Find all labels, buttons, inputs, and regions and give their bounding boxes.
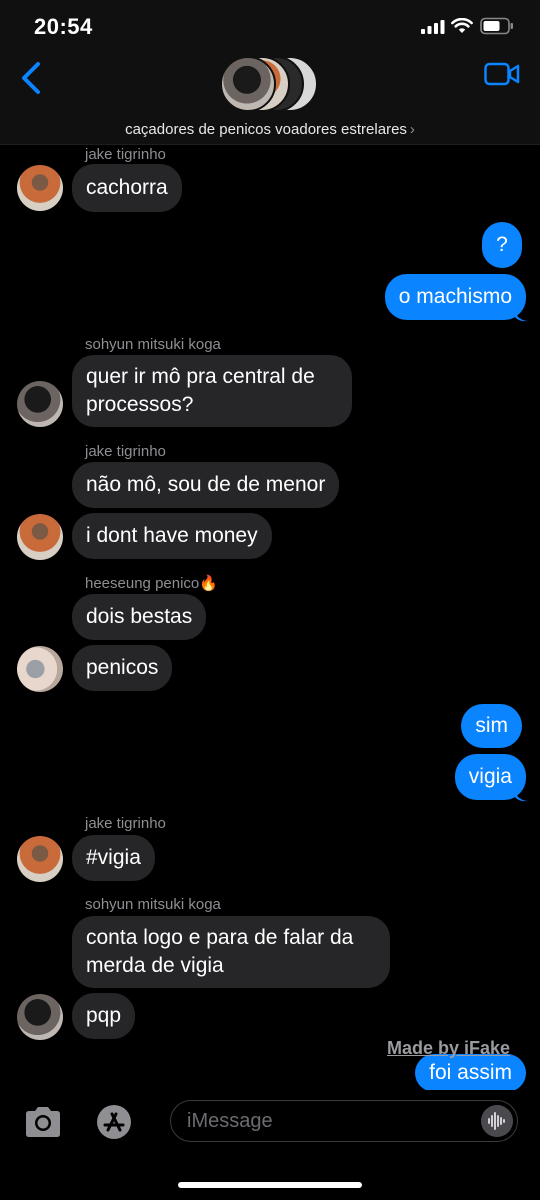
bubble-tail xyxy=(514,308,528,322)
audio-waveform-icon[interactable] xyxy=(481,1105,513,1137)
avatar-jake[interactable] xyxy=(17,514,63,560)
avatar-jake[interactable] xyxy=(17,165,63,211)
group-avatar-stack[interactable] xyxy=(220,56,330,114)
sender-name: sohyun mitsuki koga xyxy=(85,336,221,353)
cellular-signal-icon xyxy=(421,20,445,34)
sender-name: jake tigrinho xyxy=(85,146,166,163)
chevron-right-icon: › xyxy=(409,121,415,138)
sender-name: jake tigrinho xyxy=(85,443,166,460)
message-incoming[interactable]: pqp xyxy=(72,993,136,1039)
home-indicator xyxy=(178,1182,362,1188)
message-input[interactable] xyxy=(187,1101,467,1141)
app-store-icon[interactable] xyxy=(92,1102,136,1142)
message-input-field[interactable] xyxy=(170,1100,518,1142)
sender-name: jake tigrinho xyxy=(85,815,166,832)
avatar-heeseung[interactable] xyxy=(17,646,63,692)
message-outgoing[interactable]: o machismo xyxy=(384,274,526,320)
message-outgoing[interactable]: foi assim xyxy=(415,1054,526,1092)
bubble-tail xyxy=(514,788,528,802)
wifi-icon xyxy=(451,18,473,33)
message-outgoing[interactable]: sim xyxy=(461,704,522,748)
message-incoming[interactable]: não mô, sou de de menor xyxy=(72,462,340,508)
compose-bar xyxy=(0,1090,540,1200)
video-camera-icon[interactable] xyxy=(484,62,520,86)
message-list: jake tigrinho cachorra ? o machismo sohy… xyxy=(0,0,540,1092)
message-outgoing[interactable]: vigia xyxy=(454,754,526,800)
avatar-jake[interactable] xyxy=(17,836,63,882)
group-avatar-1 xyxy=(220,56,276,112)
message-incoming[interactable]: dois bestas xyxy=(72,594,207,640)
avatar-sohyun[interactable] xyxy=(17,994,63,1040)
message-incoming[interactable]: penicos xyxy=(72,645,173,691)
message-incoming[interactable]: cachorra xyxy=(72,164,182,212)
camera-icon[interactable] xyxy=(22,1104,64,1140)
status-time: 20:54 xyxy=(34,14,93,39)
group-name-text: caçadores de penicos voadores estrelares xyxy=(125,121,407,138)
message-incoming[interactable]: #vigia xyxy=(72,835,155,881)
message-incoming[interactable]: quer ir mô pra central de processos? xyxy=(72,355,352,427)
status-bar: 20:54 xyxy=(0,0,540,58)
battery-icon xyxy=(480,17,513,35)
group-name[interactable]: caçadores de penicos voadores estrelares… xyxy=(0,121,540,138)
sender-name: sohyun mitsuki koga xyxy=(85,896,221,913)
chat-header: 20:54 caçadores de penicos voadores estr… xyxy=(0,0,540,145)
back-chevron-icon[interactable] xyxy=(18,60,46,96)
message-incoming[interactable]: conta logo e para de falar da merda de v… xyxy=(72,916,390,988)
sender-name: heeseung penico🔥 xyxy=(85,575,218,592)
avatar-sohyun[interactable] xyxy=(17,381,63,427)
message-outgoing[interactable]: ? xyxy=(482,222,522,268)
watermark: Made by iFake xyxy=(387,1038,511,1058)
message-incoming[interactable]: i dont have money xyxy=(72,513,272,559)
